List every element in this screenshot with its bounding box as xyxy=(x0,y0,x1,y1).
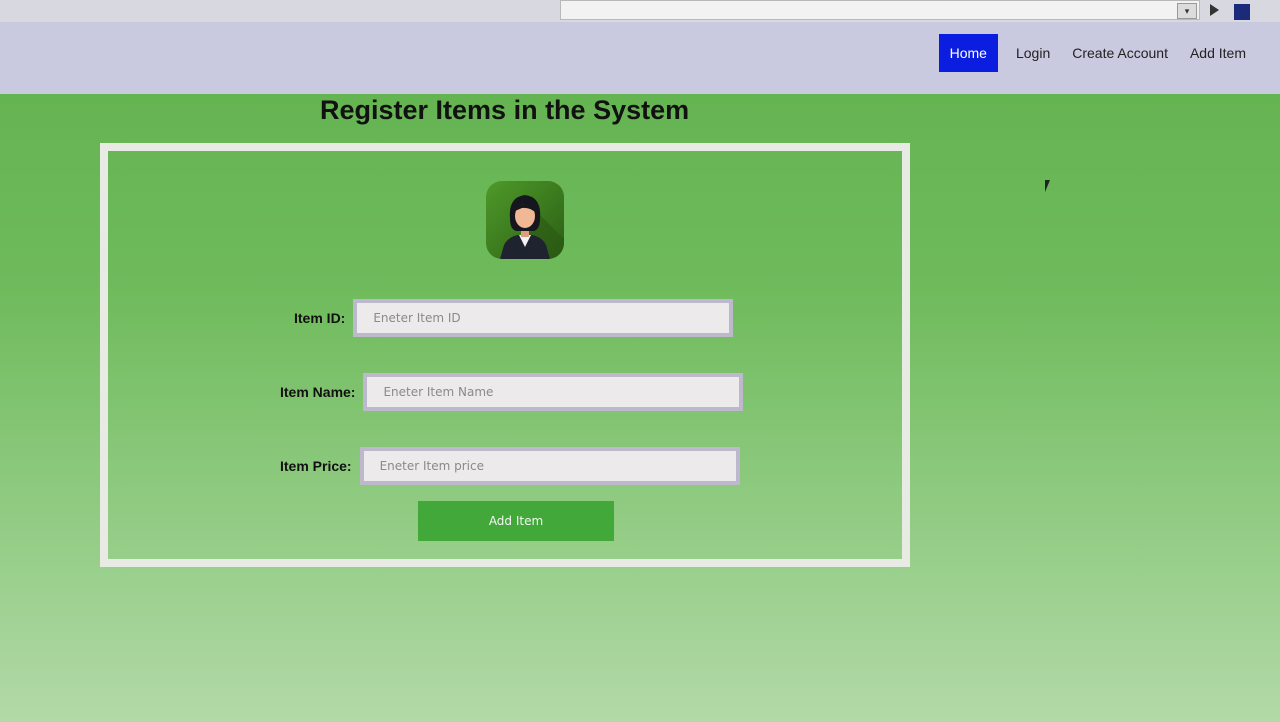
item-id-input[interactable] xyxy=(353,299,734,337)
mouse-cursor-icon xyxy=(1045,180,1050,192)
page-title: Register Items in the System xyxy=(320,95,690,125)
nav-add-item[interactable]: Add Item xyxy=(1186,34,1250,72)
browser-toolbar: ▾ xyxy=(0,0,1280,22)
item-price-row: Item Price: xyxy=(280,447,740,485)
nav-home[interactable]: Home xyxy=(938,34,998,72)
item-price-input[interactable] xyxy=(359,447,740,485)
address-bar[interactable]: ▾ xyxy=(560,0,1200,20)
item-id-row: Item ID: xyxy=(294,299,734,337)
chevron-down-icon[interactable]: ▾ xyxy=(1177,3,1197,19)
extension-icon[interactable] xyxy=(1234,4,1250,20)
item-price-label: Item Price: xyxy=(280,458,352,474)
screen: ▾ Home Login Create Account Add Item Reg… xyxy=(0,0,1280,722)
item-form: Item ID: Item Name: Item Price: Add Item xyxy=(100,143,910,567)
add-item-button[interactable]: Add Item xyxy=(418,501,614,541)
nav-create-account[interactable]: Create Account xyxy=(1068,34,1172,72)
item-name-input[interactable] xyxy=(363,373,744,411)
item-id-label: Item ID: xyxy=(294,310,346,326)
nav-login[interactable]: Login xyxy=(1012,34,1054,72)
nav-links: Home Login Create Account Add Item xyxy=(938,34,1250,72)
user-avatar-icon xyxy=(486,181,564,259)
item-name-row: Item Name: xyxy=(280,373,744,411)
navbar: Home Login Create Account Add Item xyxy=(0,22,1280,94)
item-name-label: Item Name: xyxy=(280,384,356,400)
play-icon[interactable] xyxy=(1210,4,1219,16)
